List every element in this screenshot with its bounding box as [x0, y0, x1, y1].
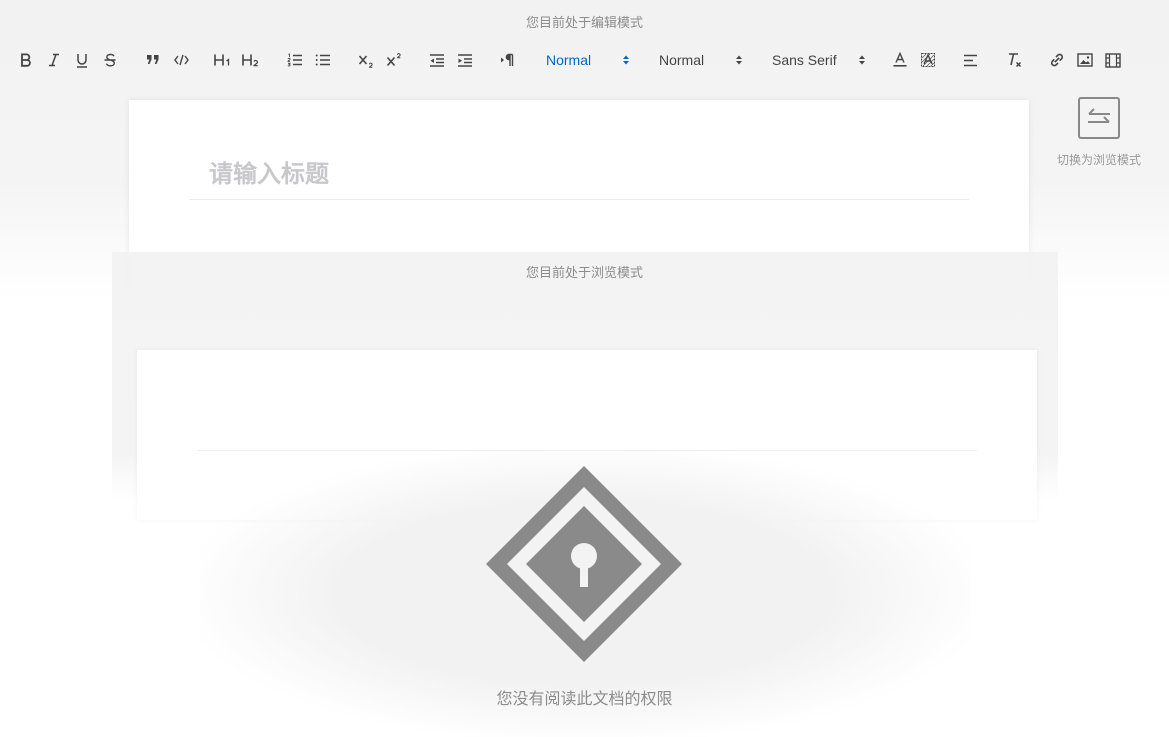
italic-button[interactable]: [42, 44, 66, 76]
bold-icon: [19, 53, 33, 67]
background-color-icon: [920, 52, 936, 68]
select-arrows-icon: [735, 53, 743, 70]
link-button[interactable]: [1045, 44, 1069, 76]
align-button[interactable]: [958, 44, 982, 76]
bullet-list-icon: [315, 53, 331, 67]
underline-icon: [75, 53, 89, 68]
switch-mode-label: 切换为浏览模式: [1056, 153, 1141, 167]
select-arrows-icon: [622, 53, 630, 70]
h2-icon: [242, 53, 260, 67]
header-select[interactable]: Normal: [546, 44, 630, 76]
strike-button[interactable]: [98, 44, 122, 76]
underline-button[interactable]: [70, 44, 94, 76]
no-permission-message: 您没有阅读此文档的权限: [496, 691, 673, 708]
ordered-list-button[interactable]: [283, 44, 307, 76]
ordered-list-icon: [287, 53, 303, 67]
image-button[interactable]: [1073, 44, 1097, 76]
header-1-button[interactable]: [211, 44, 235, 76]
bullet-list-button[interactable]: [311, 44, 335, 76]
header-2-button[interactable]: [239, 44, 263, 76]
indent-button[interactable]: [453, 44, 477, 76]
indent-icon: [457, 53, 473, 67]
subscript-icon: [358, 53, 375, 68]
view-mode-label: 您目前处于浏览模式: [525, 265, 643, 280]
background-color-button[interactable]: [916, 44, 940, 76]
switch-mode-button[interactable]: 切换为浏览模式: [1054, 97, 1144, 168]
superscript-icon: [386, 52, 403, 68]
bold-button[interactable]: [14, 44, 38, 76]
font-color-button[interactable]: [888, 44, 912, 76]
superscript-button[interactable]: [382, 44, 406, 76]
align-left-icon: [963, 54, 978, 67]
image-icon: [1077, 53, 1093, 67]
blockquote-button[interactable]: [141, 44, 165, 76]
editor-toolbar: Normal Normal Sans Serif: [0, 44, 1169, 76]
code-block-button[interactable]: [169, 44, 193, 76]
select-arrows-icon: [858, 53, 866, 70]
link-icon: [1049, 52, 1065, 68]
font-select-value: Sans Serif: [772, 52, 837, 68]
header-select-value: Normal: [546, 52, 592, 68]
outdent-icon: [429, 53, 445, 67]
direction-button[interactable]: [496, 44, 520, 76]
switch-arrows-icon: [1078, 97, 1120, 139]
h1-icon: [214, 53, 232, 67]
font-select[interactable]: Sans Serif: [772, 44, 866, 76]
text-direction-icon: [500, 53, 516, 67]
size-select[interactable]: Normal: [659, 44, 743, 76]
code-icon: [173, 54, 189, 66]
size-select-value: Normal: [659, 52, 705, 68]
lock-diamond-icon: [485, 465, 683, 663]
subscript-button[interactable]: [354, 44, 378, 76]
font-color-icon: [892, 52, 908, 68]
strikethrough-icon: [103, 53, 117, 67]
title-input[interactable]: [189, 150, 969, 200]
clear-format-icon: [1006, 52, 1023, 68]
video-icon: [1105, 52, 1121, 68]
quote-icon: [146, 54, 160, 66]
video-button[interactable]: [1101, 44, 1125, 76]
outdent-button[interactable]: [425, 44, 449, 76]
edit-mode-label: 您目前处于编辑模式: [525, 15, 643, 30]
italic-icon: [47, 53, 61, 67]
clear-format-button[interactable]: [1002, 44, 1026, 76]
